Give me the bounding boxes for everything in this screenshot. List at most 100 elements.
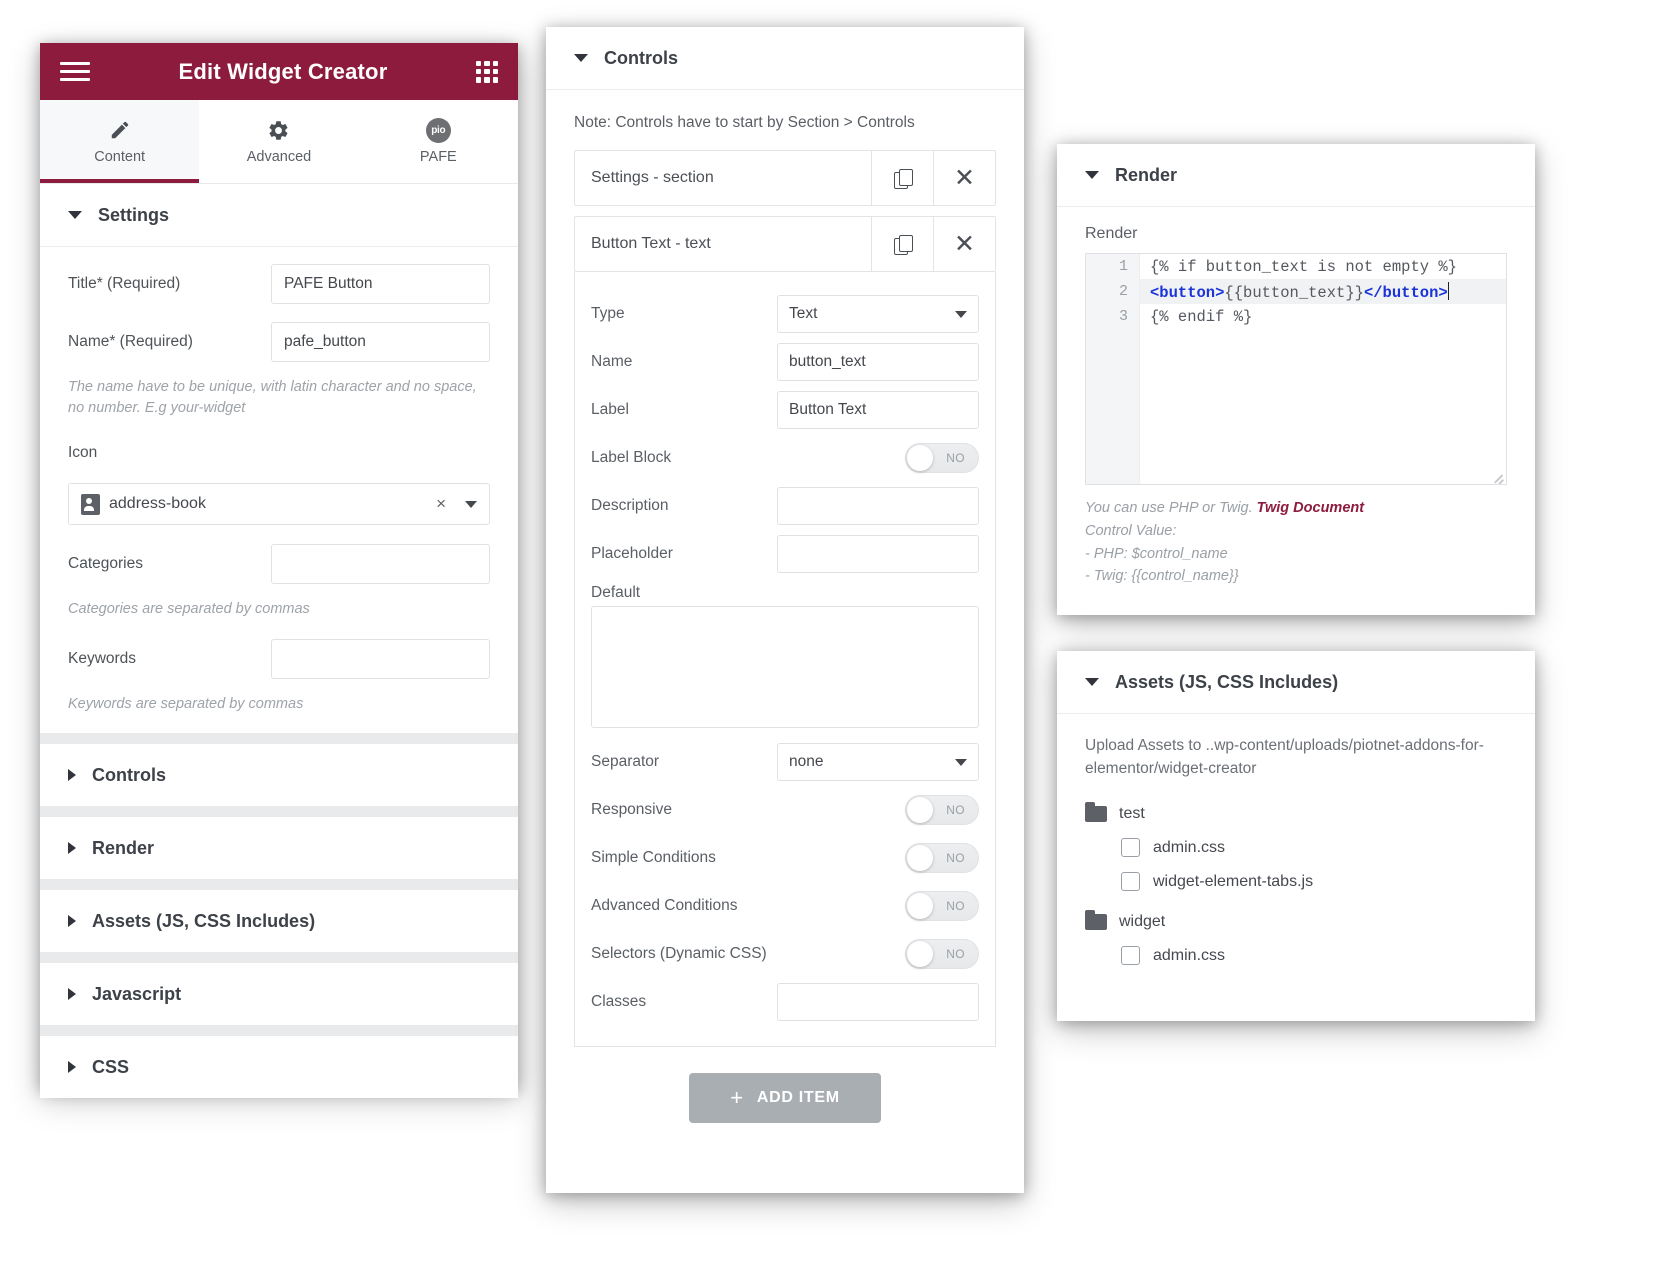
placeholder-input[interactable]: [777, 535, 979, 573]
text-cursor: [1447, 281, 1449, 300]
sidebar-item-assets[interactable]: Assets (JS, CSS Includes): [40, 890, 518, 953]
toggle-knob: [907, 845, 933, 871]
separator-select[interactable]: none: [777, 743, 979, 781]
chevron-down-icon: [1085, 171, 1099, 179]
checkbox[interactable]: [1121, 946, 1140, 965]
field-default-label: Default: [591, 584, 641, 601]
icon-select-value: address-book: [109, 495, 206, 513]
duplicate-button[interactable]: [871, 151, 933, 205]
tab-advanced-label: Advanced: [246, 149, 312, 165]
selectors-toggle[interactable]: NO: [905, 939, 979, 969]
assets-file-label: admin.css: [1153, 838, 1226, 856]
assets-file-row[interactable]: admin.css: [1057, 939, 1535, 973]
section-divider-band: [40, 1025, 518, 1037]
folder-icon: [1085, 801, 1107, 822]
simple-conditions-toggle-state: NO: [946, 851, 965, 865]
field-separator-label: Separator: [591, 753, 660, 770]
sidebar-item-controls[interactable]: Controls: [40, 744, 518, 807]
toggle-knob: [907, 445, 933, 471]
field-categories: Categories: [40, 541, 518, 587]
assets-file-row[interactable]: admin.css: [1057, 831, 1535, 865]
description-input[interactable]: [777, 487, 979, 525]
label-block-toggle[interactable]: NO: [905, 443, 979, 473]
categories-input[interactable]: [271, 544, 490, 585]
assets-file-row[interactable]: widget-element-tabs.js: [1057, 865, 1535, 899]
responsive-toggle-state: NO: [946, 803, 965, 817]
twig-document-link[interactable]: Twig Document: [1257, 500, 1364, 516]
render-help-line1: You can use PHP or Twig. Twig Document: [1085, 497, 1507, 520]
sidebar-item-controls-label: Controls: [92, 764, 166, 785]
default-textarea[interactable]: [591, 606, 979, 728]
field-placeholder-label: Placeholder: [591, 545, 673, 562]
field-categories-label: Categories: [68, 555, 143, 573]
render-panel: Render Render 1 {% if button_text is not…: [1057, 144, 1535, 615]
type-select[interactable]: Text: [777, 295, 979, 333]
control-label-input[interactable]: [777, 391, 979, 429]
assets-folder-widget[interactable]: widget: [1057, 905, 1535, 939]
controls-note: Note: Controls have to start by Section …: [574, 114, 915, 131]
duplicate-button[interactable]: [871, 217, 933, 271]
tab-advanced[interactable]: Advanced: [199, 100, 358, 183]
separator-select-value: none: [789, 753, 824, 770]
pio-logo-icon: pio: [425, 117, 451, 143]
chevron-down-icon: [574, 54, 588, 62]
section-settings-header[interactable]: Settings: [40, 184, 518, 246]
controls-panel-title: Controls: [604, 47, 678, 68]
icon-clear-button[interactable]: ×: [436, 494, 446, 514]
widget-creator-left-panel: Edit Widget Creator Content Advanced pio…: [40, 43, 518, 1099]
left-panel-header: Edit Widget Creator: [40, 43, 518, 100]
advanced-conditions-toggle[interactable]: NO: [905, 891, 979, 921]
left-panel-body: Settings Title* (Required) Name* (Requir…: [40, 184, 518, 1099]
section-divider-band: [40, 806, 518, 818]
hamburger-menu-icon[interactable]: [60, 62, 90, 81]
assets-panel-title: Assets (JS, CSS Includes): [1115, 671, 1339, 692]
grid-apps-icon[interactable]: [476, 60, 498, 83]
field-type: Type Text: [575, 290, 995, 338]
render-help-line1-text: You can use PHP or Twig.: [1085, 500, 1257, 516]
sidebar-item-javascript[interactable]: Javascript: [40, 963, 518, 1026]
tab-pafe[interactable]: pio PAFE: [359, 100, 518, 183]
field-icon-label-row: Icon: [40, 433, 518, 473]
name-input[interactable]: [271, 322, 490, 362]
tab-content-label: Content: [94, 149, 146, 165]
render-code-editor[interactable]: 1 {% if button_text is not empty %} 2 <b…: [1085, 253, 1507, 485]
assets-panel-header[interactable]: Assets (JS, CSS Includes): [1057, 651, 1535, 713]
control-item-settings-section[interactable]: Settings - section ✕: [574, 150, 996, 206]
copy-icon: [894, 234, 913, 255]
control-item-button-text[interactable]: Button Text - text ✕: [574, 216, 996, 272]
field-keywords: Keywords: [40, 636, 518, 682]
remove-button[interactable]: ✕: [933, 151, 995, 205]
sidebar-item-render[interactable]: Render: [40, 817, 518, 880]
folder-icon: [1085, 909, 1107, 930]
icon-select[interactable]: address-book ×: [68, 483, 490, 526]
field-selectors: Selectors (Dynamic CSS) NO: [575, 930, 995, 978]
assets-folder-test[interactable]: test: [1057, 797, 1535, 831]
sidebar-item-css[interactable]: CSS: [40, 1036, 518, 1099]
field-selectors-label: Selectors (Dynamic CSS): [591, 945, 767, 962]
tab-content[interactable]: Content: [40, 100, 200, 183]
add-item-button[interactable]: + ADD ITEM: [689, 1073, 881, 1123]
keywords-input[interactable]: [271, 639, 490, 680]
code-line-number: 1: [1118, 258, 1128, 275]
selectors-toggle-state: NO: [946, 947, 965, 961]
chevron-down-icon[interactable]: [465, 500, 477, 508]
chevron-down-icon: [955, 310, 967, 318]
chevron-right-icon: [68, 842, 76, 855]
code-line-text: <button>{{button_text}}</button>: [1150, 281, 1449, 302]
field-control-label-label: Label: [591, 401, 629, 418]
assets-folder-label: test: [1119, 804, 1145, 822]
checkbox[interactable]: [1121, 838, 1140, 857]
code-line-text: {% if button_text is not empty %}: [1150, 257, 1457, 276]
checkbox[interactable]: [1121, 872, 1140, 891]
resize-handle[interactable]: [1492, 470, 1504, 482]
control-name-input[interactable]: [777, 343, 979, 381]
simple-conditions-toggle[interactable]: NO: [905, 843, 979, 873]
classes-input[interactable]: [777, 983, 979, 1021]
responsive-toggle[interactable]: NO: [905, 795, 979, 825]
title-input[interactable]: [271, 264, 490, 304]
render-panel-header[interactable]: Render: [1057, 144, 1535, 206]
controls-panel-header[interactable]: Controls: [546, 27, 1024, 89]
field-responsive-label: Responsive: [591, 801, 672, 818]
chevron-down-icon: [1085, 678, 1099, 686]
remove-button[interactable]: ✕: [933, 217, 995, 271]
